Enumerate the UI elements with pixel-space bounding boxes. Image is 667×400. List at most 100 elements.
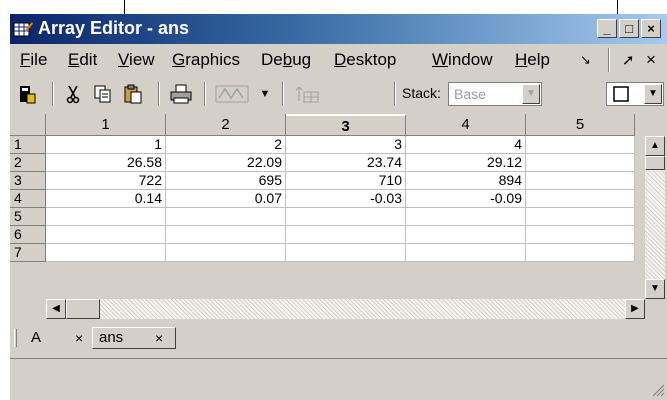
title-bar[interactable]: Array Editor - ans _ □ × xyxy=(10,14,667,44)
menu-view[interactable]: View xyxy=(118,50,155,70)
grid-cell[interactable]: 26.58 xyxy=(46,154,166,172)
format-box-icon xyxy=(613,86,629,102)
row-header[interactable]: 3 xyxy=(10,172,46,190)
menu-debug[interactable]: Debug xyxy=(261,50,311,70)
maximize-button[interactable]: □ xyxy=(619,19,639,38)
close-editor-icon[interactable]: × xyxy=(646,50,656,70)
grid-cell[interactable] xyxy=(526,190,635,208)
minimize-button[interactable]: _ xyxy=(597,19,617,38)
grid-corner[interactable] xyxy=(10,114,46,136)
scroll-up-button[interactable]: ▲ xyxy=(645,136,665,156)
grid-cell[interactable] xyxy=(526,208,635,226)
import-data-icon[interactable] xyxy=(14,81,40,107)
row-header[interactable]: 4 xyxy=(10,190,46,208)
scroll-down-button[interactable]: ▼ xyxy=(645,279,665,299)
scroll-right-button[interactable]: ▶ xyxy=(625,299,645,319)
grid-cell[interactable] xyxy=(406,208,526,226)
grid-cell[interactable] xyxy=(286,226,406,244)
scrollbar-corner xyxy=(10,299,46,319)
close-button[interactable]: × xyxy=(641,19,661,38)
menu-separator xyxy=(608,48,610,72)
menu-desktop[interactable]: Desktop xyxy=(334,50,396,70)
numeric-format-select[interactable]: ▼ xyxy=(606,82,664,106)
plot-icon[interactable] xyxy=(212,81,252,107)
grid-cell[interactable]: 710 xyxy=(286,172,406,190)
grid-cell[interactable]: 894 xyxy=(406,172,526,190)
grid-cell[interactable]: 22.09 xyxy=(166,154,286,172)
toolbar-separator xyxy=(52,82,54,106)
vertical-scrollbar[interactable]: ▲ ▼ xyxy=(645,136,665,299)
cut-icon[interactable] xyxy=(60,81,86,107)
row-header[interactable]: 5 xyxy=(10,208,46,226)
column-header[interactable]: 3 xyxy=(286,114,406,136)
grid-cell[interactable] xyxy=(286,244,406,262)
stack-select[interactable]: Base ▼ xyxy=(448,82,542,106)
toolbar: ▼ Stack: Base ▼ ▼ xyxy=(10,76,667,112)
menu-help[interactable]: Help xyxy=(515,50,550,70)
grid-cell[interactable]: 23.74 xyxy=(286,154,406,172)
toolbar-separator xyxy=(204,82,206,106)
column-header[interactable]: 1 xyxy=(46,114,166,136)
menu-window[interactable]: Window xyxy=(432,50,492,70)
vertical-scroll-thumb[interactable] xyxy=(645,156,665,170)
grid-cell[interactable]: 2 xyxy=(166,136,286,154)
window-title: Array Editor - ans xyxy=(38,18,190,38)
grid-cell[interactable] xyxy=(46,208,166,226)
grid-cell[interactable]: -0.09 xyxy=(406,190,526,208)
tab-A[interactable]: A × xyxy=(22,327,90,349)
grid-cell[interactable]: 0.14 xyxy=(46,190,166,208)
tab-ans[interactable]: ans × xyxy=(92,327,176,349)
grid-cell[interactable] xyxy=(166,208,286,226)
grid-cell[interactable] xyxy=(406,226,526,244)
grid-cell[interactable]: 695 xyxy=(166,172,286,190)
scroll-left-button[interactable]: ◀ xyxy=(46,299,66,319)
dock-arrow-icon[interactable]: ➚ xyxy=(622,51,635,69)
row-header[interactable]: 2 xyxy=(10,154,46,172)
grid-cell[interactable] xyxy=(166,226,286,244)
grid-cell[interactable]: -0.03 xyxy=(286,190,406,208)
stack-label: Stack: xyxy=(402,85,441,101)
print-icon[interactable] xyxy=(166,81,196,107)
row-header[interactable]: 7 xyxy=(10,244,46,262)
row-header[interactable]: 6 xyxy=(10,226,46,244)
tab-close-icon[interactable]: × xyxy=(155,328,163,348)
menu-graphics[interactable]: Graphics xyxy=(172,50,240,70)
row-header[interactable]: 1 xyxy=(10,136,46,154)
format-dropdown-icon[interactable]: ▼ xyxy=(644,84,662,104)
undock-icon[interactable]: ↘ xyxy=(580,52,591,68)
array-editor-window: Array Editor - ans _ □ × File Edit View … xyxy=(10,14,667,400)
grid-cell[interactable] xyxy=(526,172,635,190)
resize-grip-icon[interactable] xyxy=(651,383,665,397)
horizontal-scrollbar[interactable]: ◀ ▶ xyxy=(46,299,645,319)
workspace-icon[interactable] xyxy=(290,81,324,107)
horizontal-scroll-thumb[interactable] xyxy=(66,299,100,319)
menu-edit[interactable]: Edit xyxy=(68,50,97,70)
toolbar-separator xyxy=(158,82,160,106)
stack-dropdown-icon[interactable]: ▼ xyxy=(522,84,540,104)
grid-cell[interactable] xyxy=(406,244,526,262)
grid-cell[interactable] xyxy=(166,244,286,262)
grid-cell[interactable] xyxy=(526,154,635,172)
tab-close-icon[interactable]: × xyxy=(75,328,83,348)
grid-cell[interactable] xyxy=(46,244,166,262)
array-editor-icon xyxy=(13,20,33,38)
column-header[interactable]: 5 xyxy=(526,114,635,136)
document-tab-bar: A × ans × xyxy=(10,324,667,352)
grid-cell[interactable] xyxy=(526,244,635,262)
grid-cell[interactable]: 0.07 xyxy=(166,190,286,208)
grid-cell[interactable] xyxy=(286,208,406,226)
paste-icon[interactable] xyxy=(120,81,146,107)
grid-cell[interactable]: 29.12 xyxy=(406,154,526,172)
column-header[interactable]: 4 xyxy=(406,114,526,136)
plot-dropdown-icon[interactable]: ▼ xyxy=(256,81,274,107)
menu-file[interactable]: File xyxy=(20,50,47,70)
column-header[interactable]: 2 xyxy=(166,114,286,136)
copy-icon[interactable] xyxy=(90,81,116,107)
grid-cell[interactable]: 4 xyxy=(406,136,526,154)
grid-cell[interactable] xyxy=(526,136,635,154)
grid-cell[interactable] xyxy=(526,226,635,244)
grid-cell[interactable]: 722 xyxy=(46,172,166,190)
grid-cell[interactable]: 3 xyxy=(286,136,406,154)
grid-cell[interactable]: 1 xyxy=(46,136,166,154)
grid-cell[interactable] xyxy=(46,226,166,244)
